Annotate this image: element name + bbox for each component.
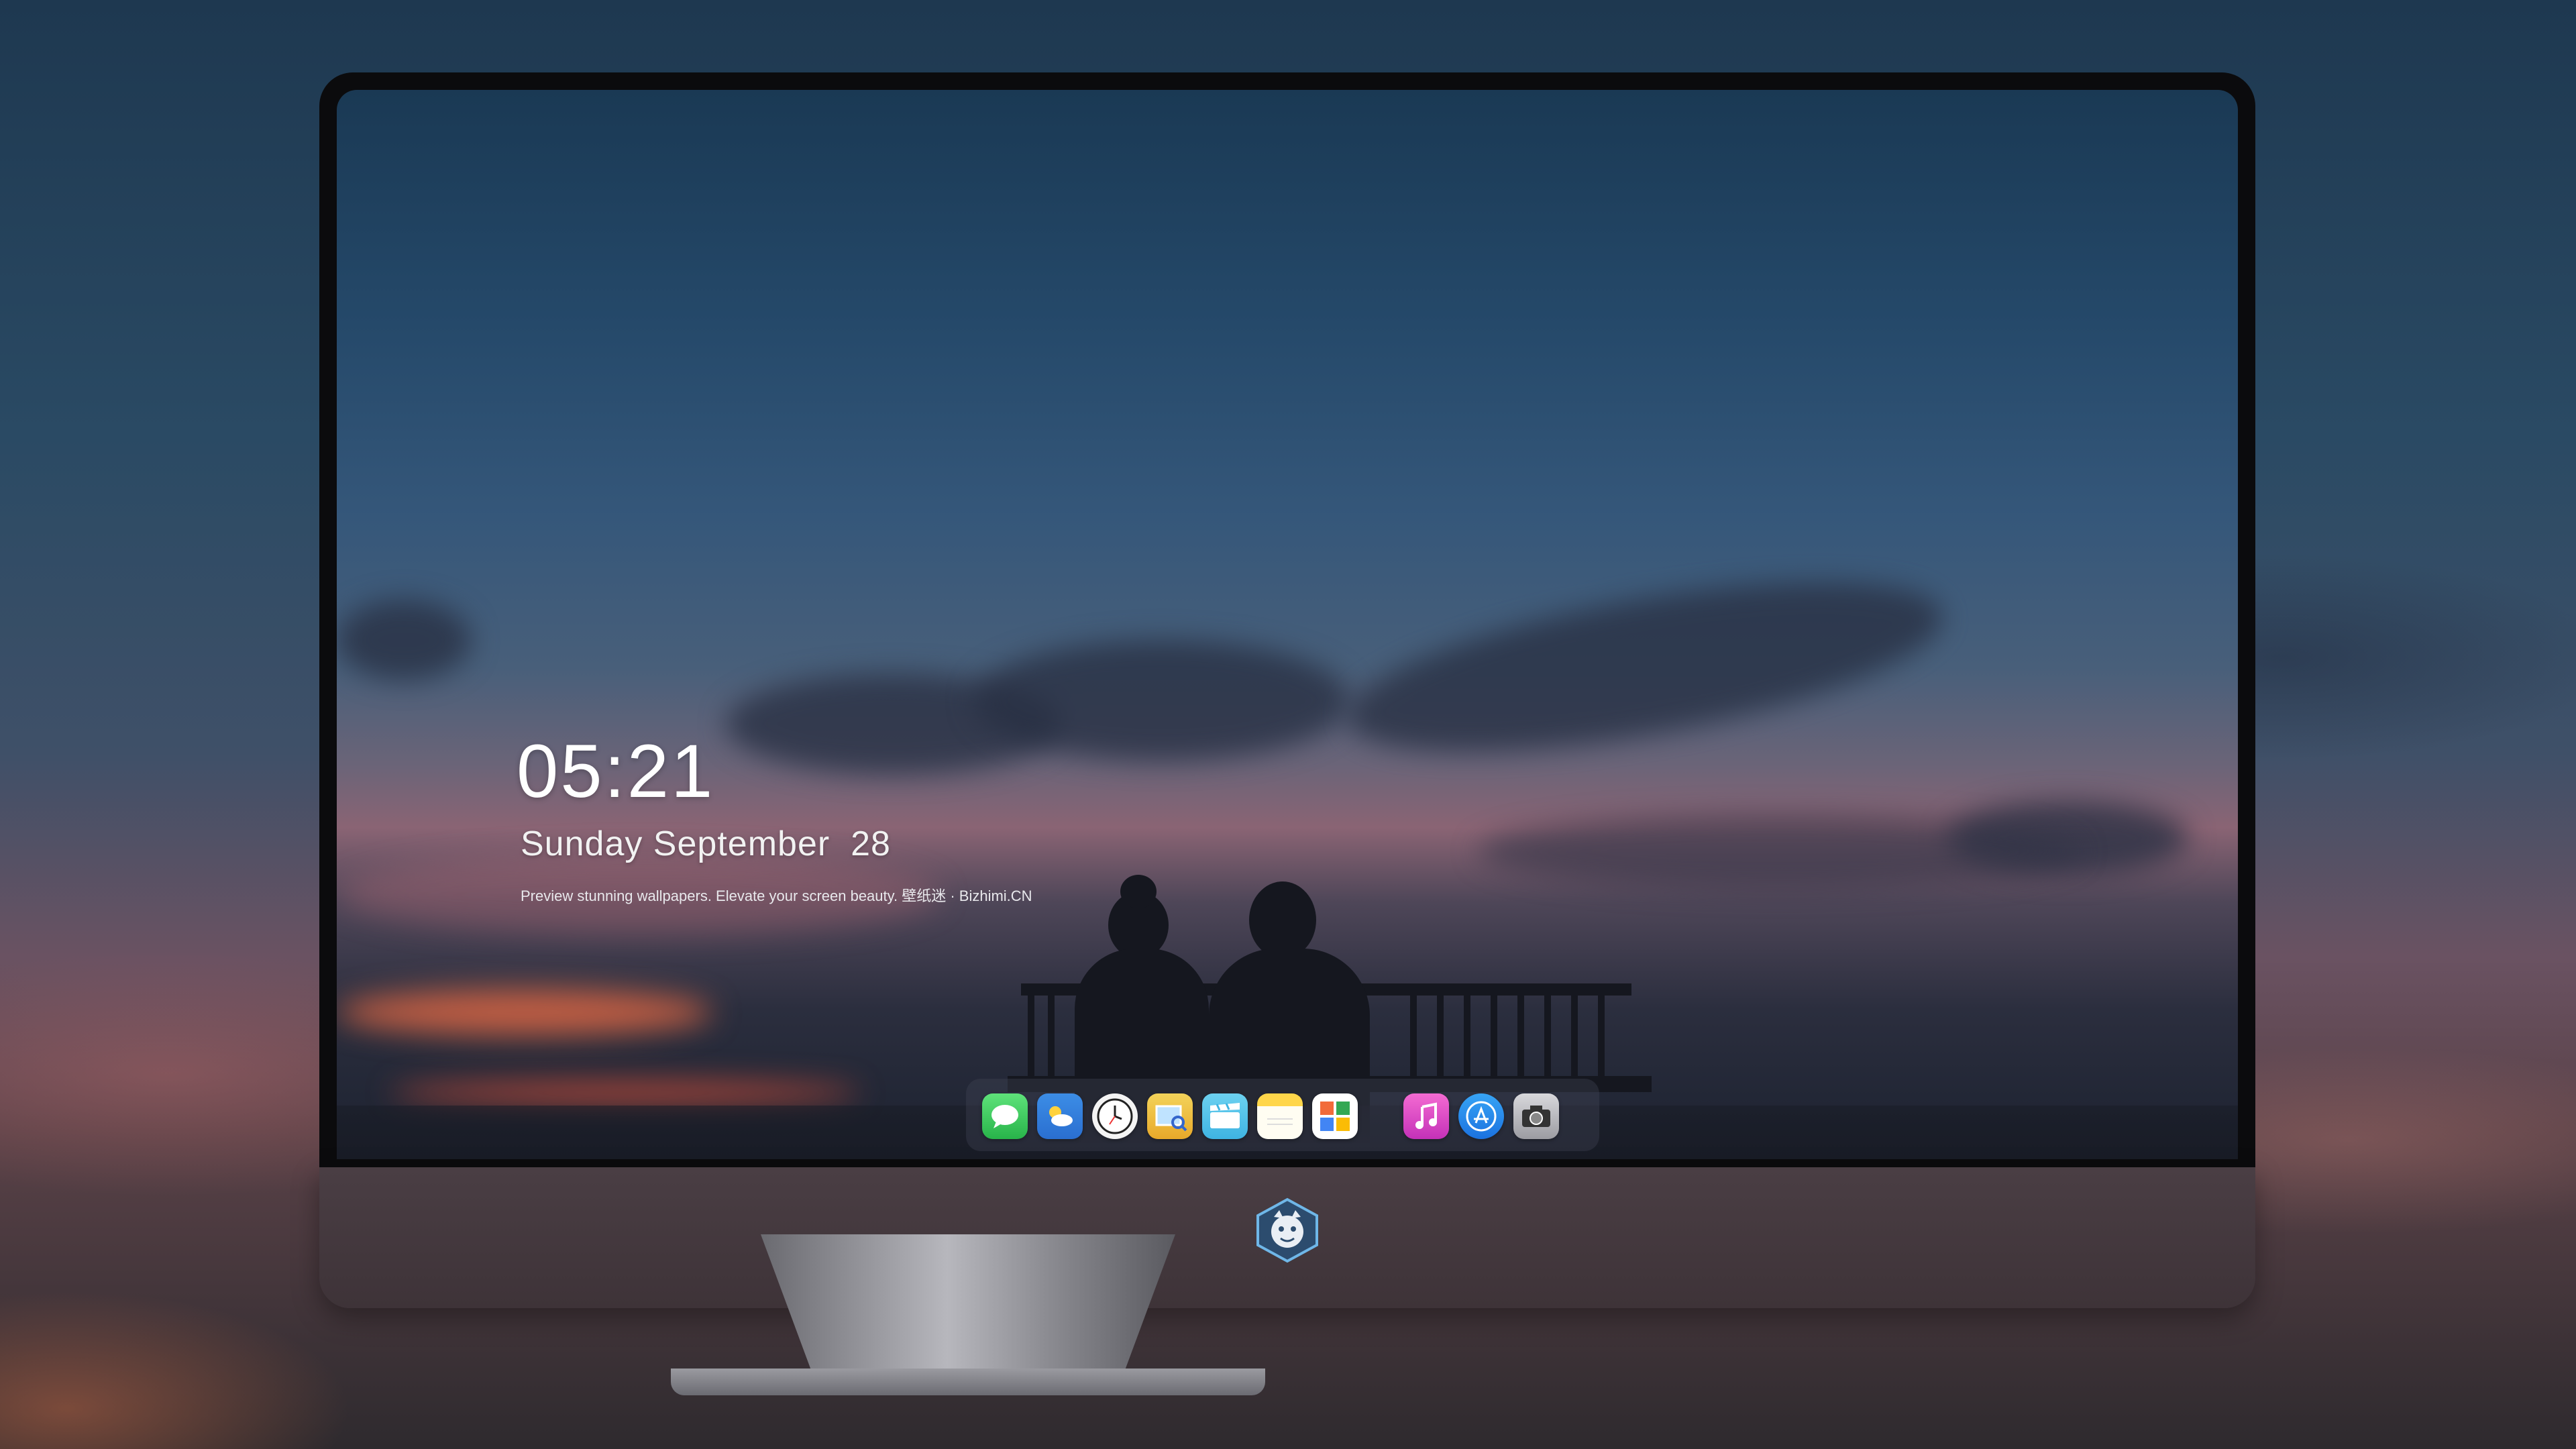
brand-logo-icon xyxy=(1254,1197,1321,1264)
cloud xyxy=(337,600,471,680)
bench-slat xyxy=(1437,996,1444,1083)
monitor-stand-foot xyxy=(671,1368,1265,1395)
cloud xyxy=(1477,814,2081,888)
bench-slat xyxy=(1410,996,1417,1083)
bench-slat xyxy=(1048,996,1055,1083)
monitor-chin xyxy=(319,1167,2255,1308)
music-icon[interactable] xyxy=(1403,1093,1449,1139)
bench-slat xyxy=(1464,996,1470,1083)
photo-booth-icon[interactable] xyxy=(1312,1093,1358,1139)
bench-slat xyxy=(1598,996,1605,1083)
sunset-glow xyxy=(390,1083,860,1103)
monitor-stand-neck xyxy=(761,1234,1175,1368)
preview-icon[interactable] xyxy=(1147,1093,1193,1139)
screen-wallpaper xyxy=(337,90,2238,1159)
clips-icon[interactable] xyxy=(1202,1093,1248,1139)
bench-slat xyxy=(1544,996,1551,1083)
hair-bun xyxy=(1120,875,1157,908)
dock xyxy=(971,1085,1609,1147)
lock-screen-time: 05:21 xyxy=(517,729,715,813)
bench-slat xyxy=(1517,996,1524,1083)
cloud xyxy=(1336,548,1954,786)
cloud xyxy=(974,640,1350,761)
app-store-icon[interactable] xyxy=(1458,1093,1504,1139)
person-head-right xyxy=(1249,881,1316,959)
bench-slat xyxy=(1491,996,1497,1083)
weather-icon[interactable] xyxy=(1037,1093,1083,1139)
notes-icon[interactable] xyxy=(1257,1093,1303,1139)
lock-screen-date: Sunday September 28 xyxy=(521,824,891,863)
bench-slat xyxy=(1571,996,1578,1083)
lock-screen-tagline: Preview stunning wallpapers. Elevate you… xyxy=(521,888,1032,904)
clock-icon[interactable] xyxy=(1092,1093,1138,1139)
messages-icon[interactable] xyxy=(982,1093,1028,1139)
sunset-glow xyxy=(337,989,712,1036)
camera-icon[interactable] xyxy=(1513,1093,1559,1139)
bench-slat xyxy=(1028,996,1034,1083)
